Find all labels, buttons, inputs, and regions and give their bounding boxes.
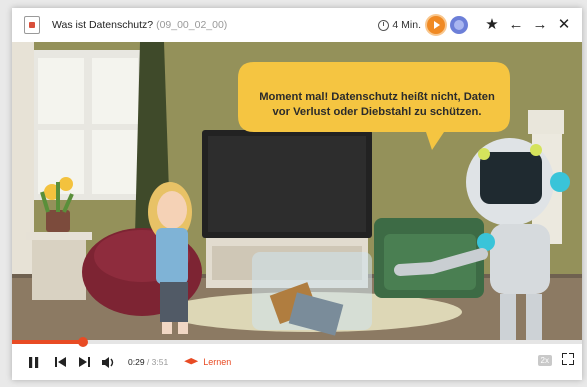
video-frame	[12, 42, 582, 340]
lesson-title: Was ist Datenschutz? (09_00_02_00)	[52, 19, 227, 31]
top-right-toolbar: 4 Min. ★ ← → ✕	[378, 8, 576, 42]
star-icon[interactable]: ★	[480, 8, 504, 42]
skip-forward-icon[interactable]	[76, 357, 92, 367]
duration-indicator: 4 Min.	[378, 19, 421, 31]
speech-bubble-text: Moment mal! Datenschutz heißt nicht, Dat…	[259, 91, 495, 118]
speed-button[interactable]: 2x	[537, 355, 552, 366]
lesson-title-text: Was ist Datenschutz?	[52, 19, 154, 31]
time-separator: /	[144, 357, 152, 367]
skip-back-icon[interactable]	[52, 357, 68, 367]
clock-icon	[378, 19, 390, 31]
document-icon	[24, 16, 40, 34]
brain-icon[interactable]	[450, 16, 468, 34]
duration-text: 4 Min.	[392, 19, 421, 31]
graduation-cap-icon	[184, 358, 199, 365]
video-player[interactable]: Moment mal! Datenschutz heißt nicht, Dat…	[12, 42, 582, 340]
lesson-code: (09_00_02_00)	[156, 19, 228, 31]
current-time: 0:29	[128, 357, 145, 367]
learn-button[interactable]: Lernen	[184, 357, 231, 367]
volume-icon[interactable]	[100, 356, 118, 368]
top-bar: Was ist Datenschutz? (09_00_02_00) 4 Min…	[12, 8, 582, 42]
play-circle-icon[interactable]	[427, 16, 445, 34]
close-icon[interactable]: ✕	[552, 8, 576, 42]
back-arrow-icon[interactable]: ←	[504, 8, 528, 42]
learn-label: Lernen	[203, 357, 232, 367]
time-display: 0:29 / 3:51	[128, 357, 168, 367]
pause-icon[interactable]	[26, 356, 42, 368]
forward-arrow-icon[interactable]: →	[528, 8, 552, 42]
total-time: 3:51	[151, 357, 169, 367]
player-controls: 0:29 / 3:51 Lernen	[12, 344, 582, 380]
lesson-window: Was ist Datenschutz? (09_00_02_00) 4 Min…	[12, 8, 582, 380]
fullscreen-icon[interactable]	[562, 353, 574, 365]
